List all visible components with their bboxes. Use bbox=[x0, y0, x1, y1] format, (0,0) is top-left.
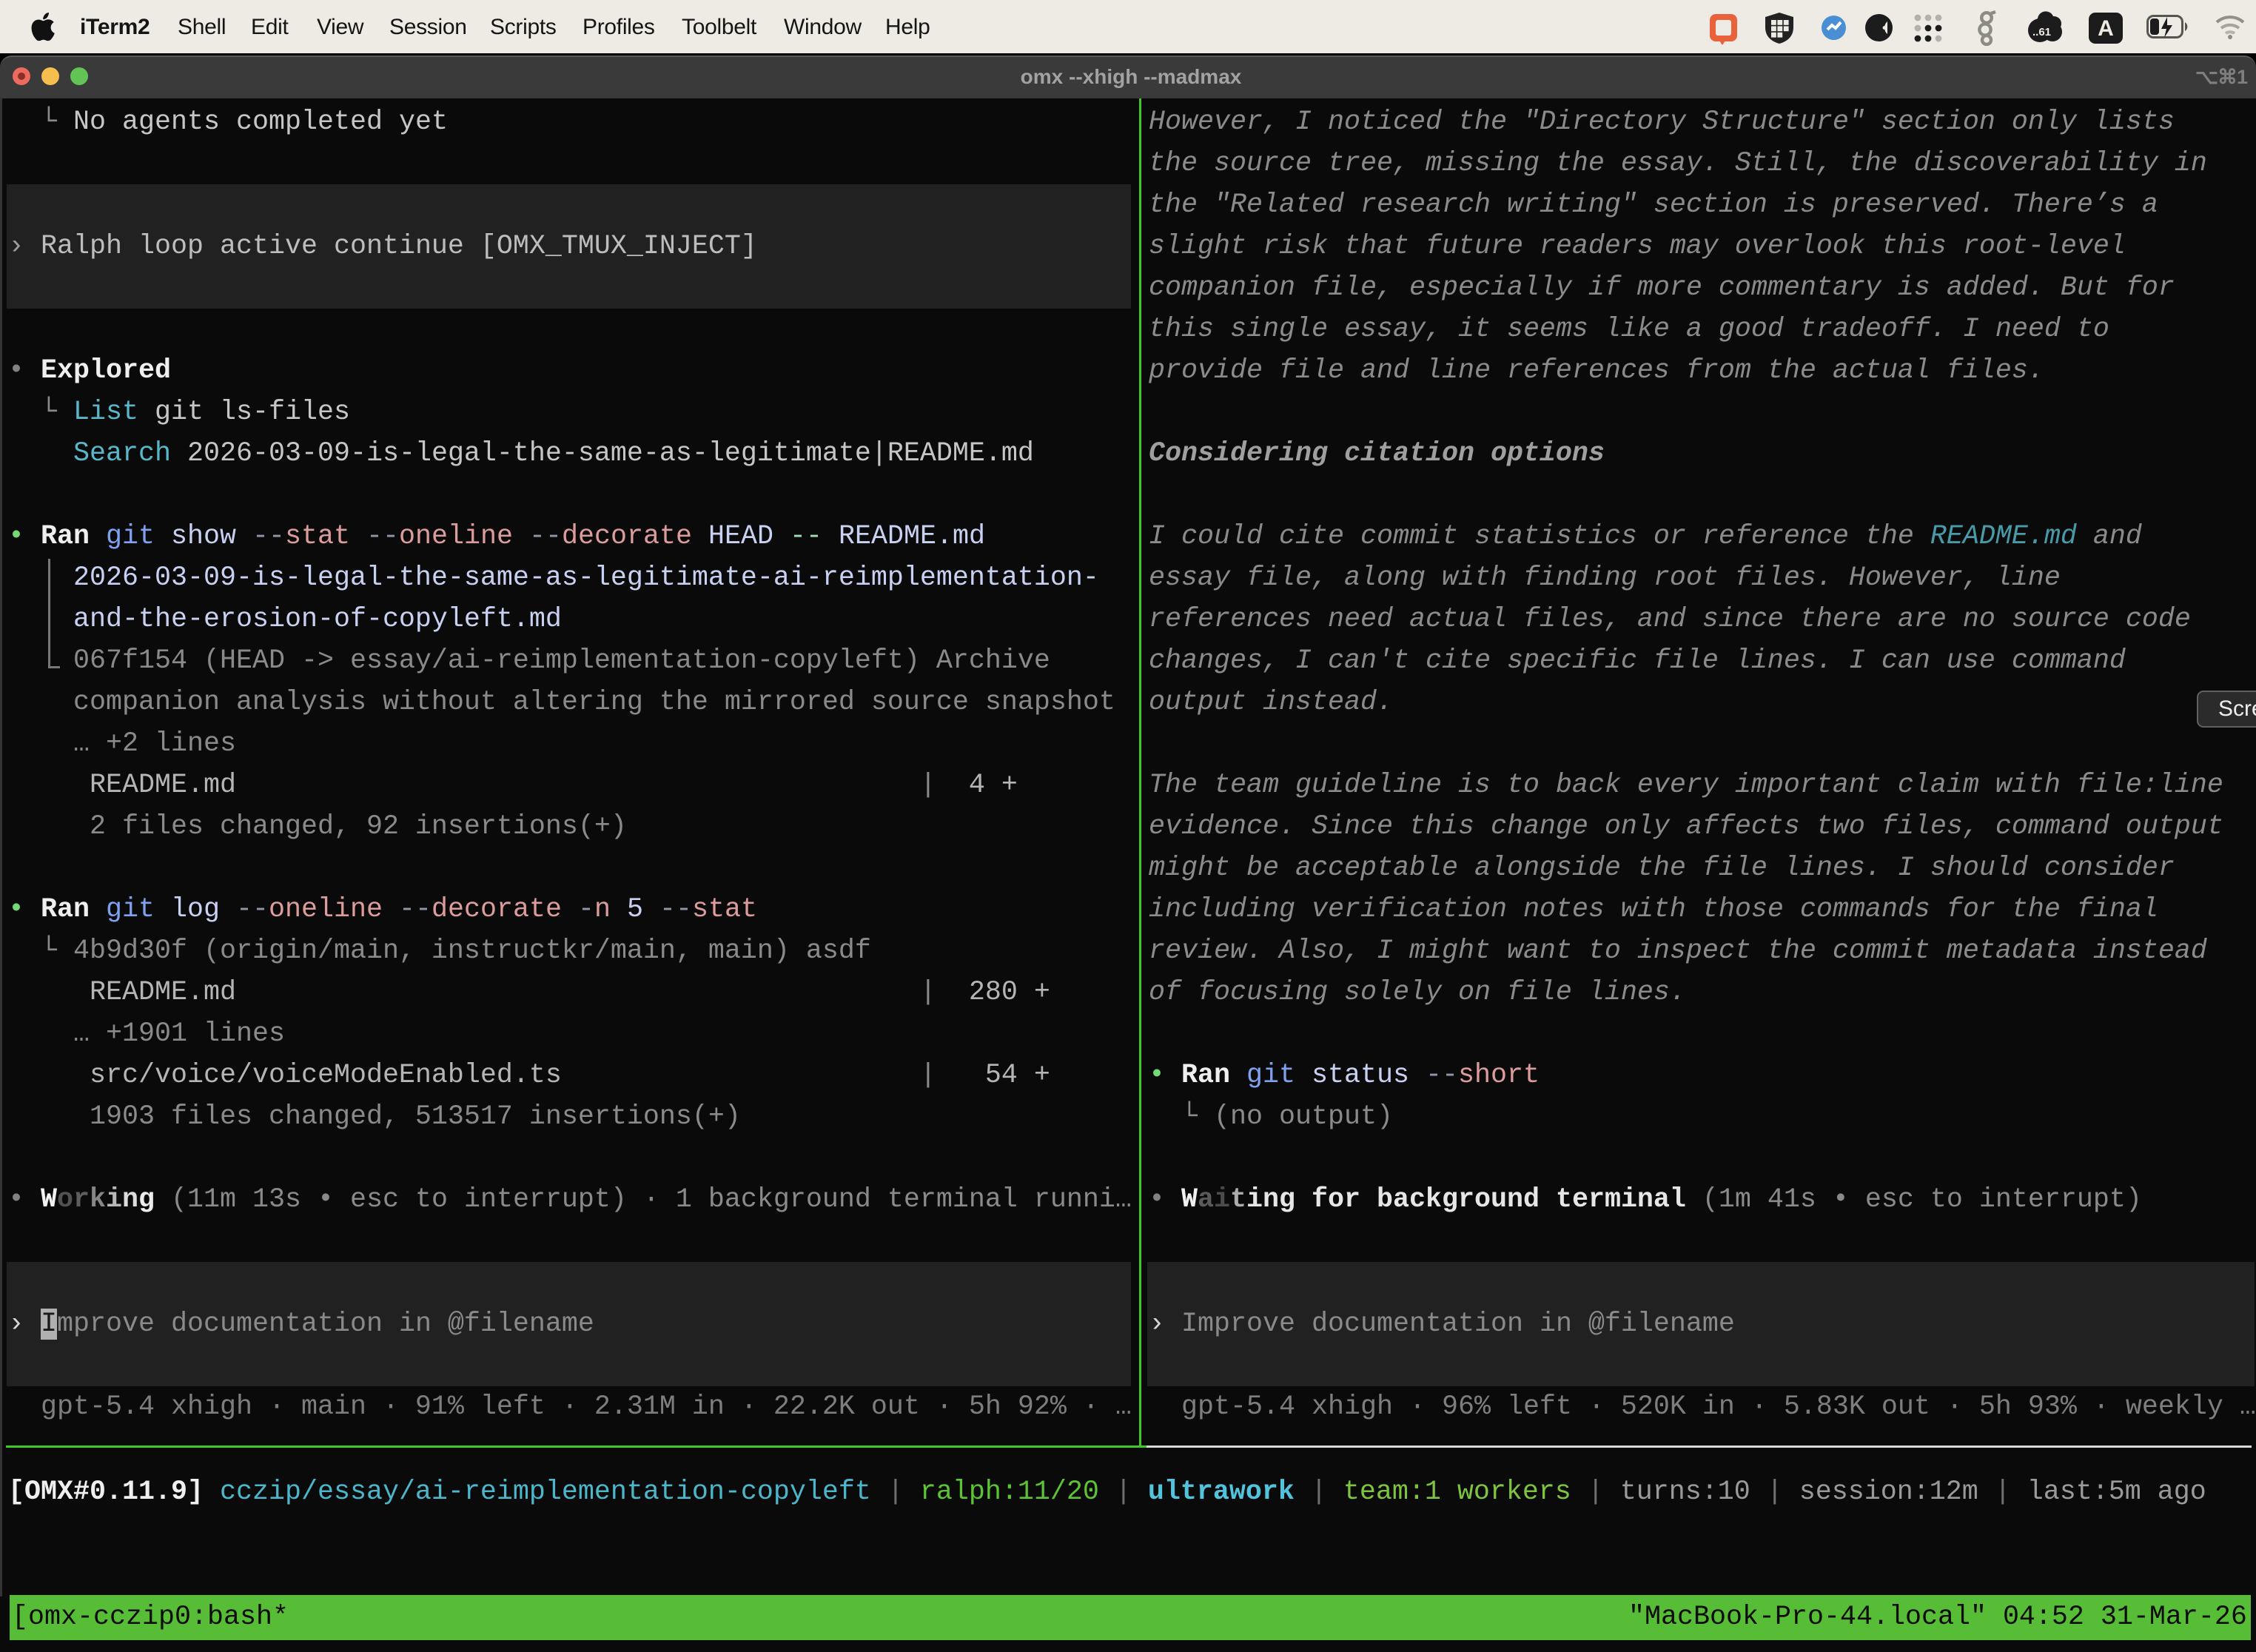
svg-text:..61: ..61 bbox=[2032, 26, 2051, 38]
